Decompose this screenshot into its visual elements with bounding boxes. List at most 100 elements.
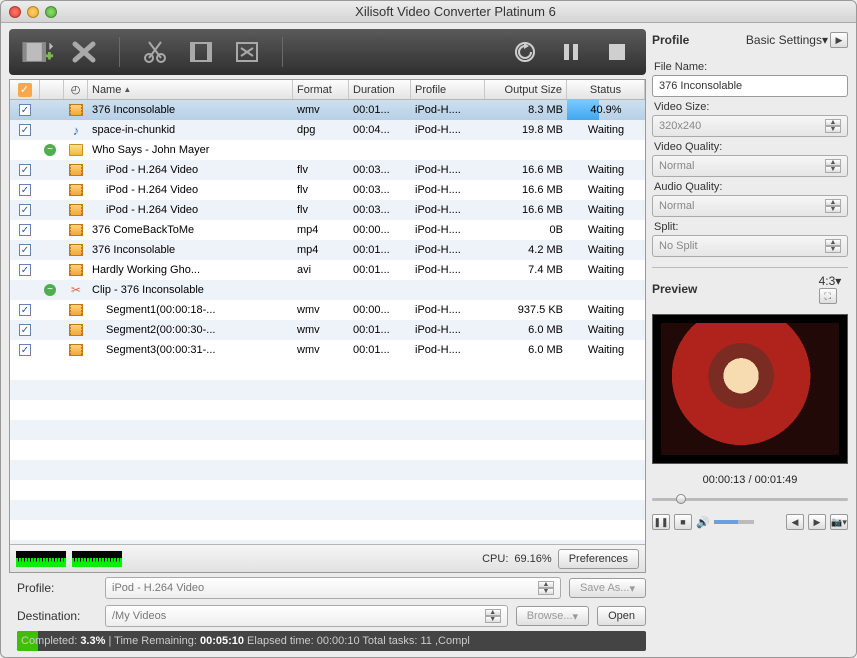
cpu-label: CPU: bbox=[482, 553, 508, 565]
row-profile: iPod-H.... bbox=[411, 340, 485, 360]
add-file-button[interactable] bbox=[21, 37, 55, 67]
titlebar: Xilisoft Video Converter Platinum 6 bbox=[1, 1, 856, 23]
table-row[interactable]: 376 ComeBackToMe mp4 00:00... iPod-H....… bbox=[10, 220, 645, 240]
stop-button[interactable] bbox=[600, 37, 634, 67]
duration-column-header[interactable]: Duration bbox=[349, 80, 411, 99]
row-format: flv bbox=[293, 160, 349, 180]
expand-toggle[interactable]: − bbox=[44, 284, 56, 296]
volume-icon[interactable]: 🔊 bbox=[696, 516, 710, 529]
basic-settings-dropdown[interactable]: Basic Settings▾ bbox=[746, 33, 828, 47]
row-format: wmv bbox=[293, 340, 349, 360]
table-row[interactable]: 376 Inconsolable mp4 00:01... iPod-H....… bbox=[10, 240, 645, 260]
preview-popout-button[interactable]: ⛶ bbox=[819, 288, 837, 304]
row-format bbox=[293, 140, 349, 160]
row-status: 40.9% bbox=[571, 104, 641, 116]
preview-pause-button[interactable]: ❚❚ bbox=[652, 514, 670, 530]
profile-combo[interactable]: iPod - H.264 Video▲▼ bbox=[105, 577, 561, 599]
open-button[interactable]: Open bbox=[597, 606, 646, 626]
row-format: flv bbox=[293, 180, 349, 200]
table-row[interactable]: 376 Inconsolable wmv 00:01... iPod-H....… bbox=[10, 100, 645, 120]
cpu-value: 69.16% bbox=[514, 553, 551, 565]
type-column-icon[interactable]: ◴ bbox=[64, 80, 88, 99]
preview-viewport bbox=[652, 314, 848, 464]
video-file-icon bbox=[69, 304, 83, 316]
row-checkbox[interactable] bbox=[19, 204, 31, 216]
audioquality-combo[interactable]: Normal▲▼ bbox=[652, 195, 848, 217]
row-profile: iPod-H.... bbox=[411, 260, 485, 280]
save-as-button[interactable]: Save As... ▾ bbox=[569, 578, 646, 598]
row-checkbox[interactable] bbox=[19, 344, 31, 356]
preview-seek-slider[interactable] bbox=[652, 494, 848, 504]
row-duration: 00:03... bbox=[349, 160, 411, 180]
row-format: wmv bbox=[293, 320, 349, 340]
remove-button[interactable] bbox=[67, 37, 101, 67]
row-checkbox[interactable] bbox=[19, 184, 31, 196]
row-checkbox[interactable] bbox=[19, 104, 31, 116]
row-status: Waiting bbox=[567, 120, 645, 140]
expand-toggle[interactable]: − bbox=[44, 144, 56, 156]
row-checkbox[interactable] bbox=[19, 264, 31, 276]
table-row[interactable]: ♪ space-in-chunkid dpg 00:04... iPod-H..… bbox=[10, 120, 645, 140]
table-row[interactable]: Segment1(00:00:18-... wmv 00:00... iPod-… bbox=[10, 300, 645, 320]
aspect-ratio-dropdown[interactable]: 4:3▾ bbox=[819, 274, 842, 288]
row-checkbox[interactable] bbox=[19, 244, 31, 256]
window-zoom-button[interactable] bbox=[45, 6, 57, 18]
table-row[interactable]: iPod - H.264 Video flv 00:03... iPod-H..… bbox=[10, 200, 645, 220]
videoquality-combo[interactable]: Normal▲▼ bbox=[652, 155, 848, 177]
row-status: Waiting bbox=[567, 320, 645, 340]
window-minimize-button[interactable] bbox=[27, 6, 39, 18]
window-title: Xilisoft Video Converter Platinum 6 bbox=[63, 4, 848, 19]
pause-button[interactable] bbox=[554, 37, 588, 67]
status-column-header[interactable]: Status bbox=[567, 80, 645, 99]
table-row[interactable]: − Who Says - John Mayer bbox=[10, 140, 645, 160]
window-close-button[interactable] bbox=[9, 6, 21, 18]
row-checkbox[interactable] bbox=[19, 164, 31, 176]
format-column-header[interactable]: Format bbox=[293, 80, 349, 99]
row-name: iPod - H.264 Video bbox=[88, 200, 293, 220]
filename-input[interactable] bbox=[652, 75, 848, 97]
preview-time: 00:00:13 / 00:01:49 bbox=[652, 474, 848, 486]
side-next-button[interactable]: ▶ bbox=[830, 32, 848, 48]
preview-stop-button[interactable]: ■ bbox=[674, 514, 692, 530]
row-format: wmv bbox=[293, 300, 349, 320]
row-checkbox[interactable] bbox=[19, 324, 31, 336]
header-checkbox[interactable] bbox=[18, 83, 32, 97]
file-list[interactable]: ◴ Name▲ Format Duration Profile Output S… bbox=[9, 79, 646, 573]
browse-button[interactable]: Browse... ▾ bbox=[516, 606, 589, 626]
row-checkbox[interactable] bbox=[19, 124, 31, 136]
row-name: space-in-chunkid bbox=[88, 120, 293, 140]
table-row[interactable]: iPod - H.264 Video flv 00:03... iPod-H..… bbox=[10, 180, 645, 200]
table-row[interactable]: − ✂ Clip - 376 Inconsolable bbox=[10, 280, 645, 300]
profile-column-header[interactable]: Profile bbox=[411, 80, 485, 99]
snapshot-button[interactable]: 📷▾ bbox=[830, 514, 848, 530]
videosize-combo[interactable]: 320x240▲▼ bbox=[652, 115, 848, 137]
preferences-button[interactable]: Preferences bbox=[558, 549, 639, 569]
convert-button[interactable] bbox=[508, 37, 542, 67]
destination-combo[interactable]: /My Videos▲▼ bbox=[105, 605, 508, 627]
preview-next-button[interactable]: ▶ bbox=[808, 514, 826, 530]
table-row[interactable]: Hardly Working Gho... avi 00:01... iPod-… bbox=[10, 260, 645, 280]
table-row[interactable]: iPod - H.264 Video flv 00:03... iPod-H..… bbox=[10, 160, 645, 180]
clip-button[interactable] bbox=[138, 37, 172, 67]
row-checkbox[interactable] bbox=[19, 304, 31, 316]
row-format: wmv bbox=[293, 100, 349, 120]
table-row[interactable]: Segment3(00:00:31-... wmv 00:01... iPod-… bbox=[10, 340, 645, 360]
row-profile: iPod-H.... bbox=[411, 220, 485, 240]
row-size: 0B bbox=[485, 220, 567, 240]
volume-slider[interactable] bbox=[714, 520, 754, 524]
row-checkbox[interactable] bbox=[19, 224, 31, 236]
row-duration: 00:03... bbox=[349, 180, 411, 200]
effects-button[interactable] bbox=[230, 37, 264, 67]
row-format: mp4 bbox=[293, 220, 349, 240]
row-size bbox=[485, 280, 567, 300]
size-column-header[interactable]: Output Size bbox=[485, 80, 567, 99]
row-status: Waiting bbox=[567, 300, 645, 320]
row-format: avi bbox=[293, 260, 349, 280]
preview-prev-button[interactable]: ◀ bbox=[786, 514, 804, 530]
edit-button[interactable] bbox=[184, 37, 218, 67]
table-row[interactable]: Segment2(00:00:30-... wmv 00:01... iPod-… bbox=[10, 320, 645, 340]
status-footer: Completed: 3.3% | Time Remaining: 00:05:… bbox=[17, 631, 646, 651]
name-column-header[interactable]: Name▲ bbox=[88, 80, 293, 99]
destination-label: Destination: bbox=[17, 609, 97, 623]
split-combo[interactable]: No Split▲▼ bbox=[652, 235, 848, 257]
